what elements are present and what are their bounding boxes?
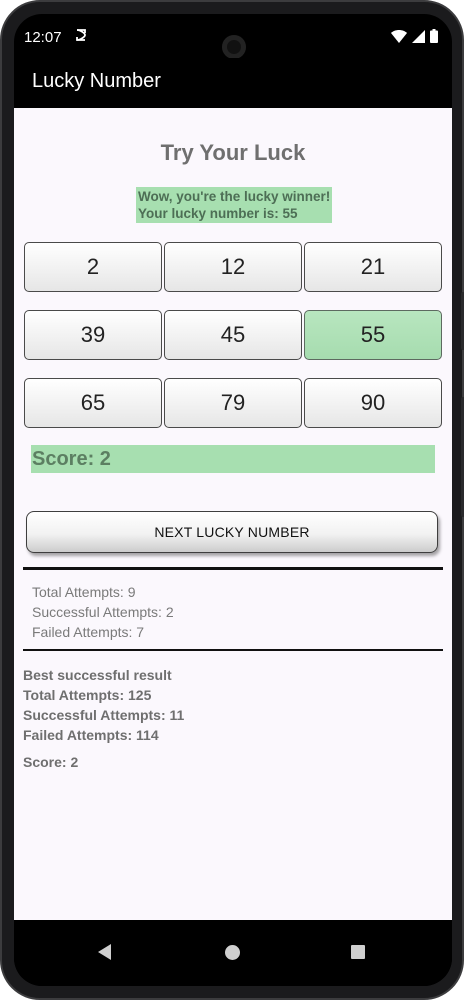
battery-icon: [430, 29, 438, 43]
best-failed-attempts: Failed Attempts: 114: [23, 727, 159, 743]
sync-icon: [76, 29, 86, 41]
status-time: 12:07: [24, 29, 62, 46]
home-icon[interactable]: [225, 945, 240, 960]
winner-message: Wow, you're the lucky winner! Your lucky…: [136, 187, 332, 223]
number-button-45[interactable]: 45: [164, 310, 302, 360]
front-camera: [222, 35, 246, 59]
signal-icon: [412, 29, 425, 43]
navigation-bar: [14, 920, 452, 986]
number-button-12[interactable]: 12: [164, 242, 302, 292]
total-attempts: Total Attempts: 9: [32, 584, 136, 600]
screen: 12:07 Lucky Number Try Your Luck Wow, yo…: [14, 14, 452, 986]
number-button-55[interactable]: 55: [304, 310, 442, 360]
app-title: Lucky Number: [32, 70, 161, 92]
divider: [23, 567, 443, 570]
current-stats: Total Attempts: 9 Successful Attempts: 2…: [32, 582, 174, 642]
best-successful-attempts: Successful Attempts: 11: [23, 707, 185, 723]
status-icons: [391, 29, 438, 43]
app-bar: Lucky Number: [14, 58, 452, 108]
best-score: Score: 2: [23, 754, 79, 770]
number-button-90[interactable]: 90: [304, 378, 442, 428]
score-label: Score: 2: [31, 445, 435, 473]
next-lucky-number-button[interactable]: NEXT LUCKY NUMBER: [26, 511, 438, 553]
number-button-79[interactable]: 79: [164, 378, 302, 428]
number-button-65[interactable]: 65: [24, 378, 162, 428]
number-button-2[interactable]: 2: [24, 242, 162, 292]
best-result-title: Best successful result: [23, 667, 172, 683]
number-button-39[interactable]: 39: [24, 310, 162, 360]
page-title: Try Your Luck: [160, 140, 306, 165]
back-icon[interactable]: [98, 944, 111, 960]
successful-attempts: Successful Attempts: 2: [32, 604, 174, 620]
best-result: Best successful result Total Attempts: 1…: [23, 665, 184, 745]
failed-attempts: Failed Attempts: 7: [32, 624, 145, 640]
winner-message-line1: Wow, you're the lucky winner!: [138, 189, 331, 204]
divider: [23, 649, 443, 651]
wifi-icon: [391, 29, 407, 43]
status-bar: 12:07: [14, 14, 452, 59]
winner-message-line2: Your lucky number is: 55: [138, 206, 298, 221]
main-content: Try Your Luck Wow, you're the lucky winn…: [14, 108, 452, 920]
number-button-21[interactable]: 21: [304, 242, 442, 292]
recents-icon[interactable]: [351, 945, 365, 959]
best-total-attempts: Total Attempts: 125: [23, 687, 152, 703]
phone-frame: 12:07 Lucky Number Try Your Luck Wow, yo…: [0, 0, 464, 1000]
